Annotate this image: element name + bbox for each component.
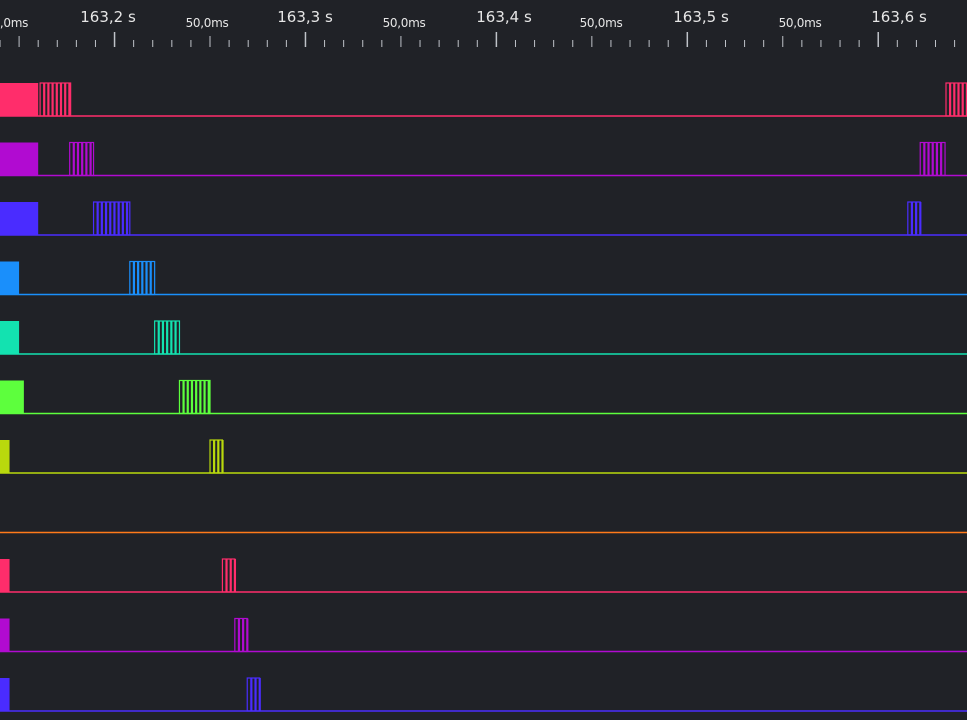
channel-3-pulse-burst <box>907 201 922 236</box>
channel-9-pulse-burst <box>221 558 237 593</box>
channel-10-pulse-burst <box>234 617 249 653</box>
channel-10-solid-block <box>0 618 10 652</box>
waveform-traces[interactable] <box>0 0 967 720</box>
channel-5-pulse-burst <box>154 320 181 355</box>
channel-1-trace[interactable] <box>0 82 967 117</box>
channel-1-solid-block <box>0 83 39 116</box>
channel-9-trace[interactable] <box>0 558 967 593</box>
channel-6-solid-block <box>0 380 24 414</box>
channel-2-pulse-burst <box>69 141 95 177</box>
channel-7-trace[interactable] <box>0 439 967 474</box>
channel-2-trace[interactable] <box>0 141 967 177</box>
channel-3-trace[interactable] <box>0 201 967 236</box>
channel-1-pulse-burst <box>945 82 967 117</box>
channel-4-trace[interactable] <box>0 260 967 296</box>
channel-5-solid-block <box>0 321 20 354</box>
channel-11-trace[interactable] <box>0 677 967 712</box>
channel-3-pulse-burst <box>92 201 131 236</box>
channel-1-pulse-burst <box>39 82 72 117</box>
channel-7-solid-block <box>0 440 10 473</box>
channel-10-trace[interactable] <box>0 617 967 653</box>
channel-3-solid-block <box>0 202 39 235</box>
channel-9-solid-block <box>0 559 10 592</box>
channel-5-trace[interactable] <box>0 320 967 355</box>
channel-4-pulse-burst <box>129 260 156 296</box>
channel-11-solid-block <box>0 678 10 711</box>
channel-7-pulse-burst <box>209 439 224 474</box>
channel-2-pulse-burst <box>919 141 946 177</box>
channel-6-pulse-burst <box>178 379 211 415</box>
channel-11-pulse-burst <box>246 677 261 712</box>
channel-4-solid-block <box>0 261 20 295</box>
channel-6-trace[interactable] <box>0 379 967 415</box>
channel-2-solid-block <box>0 142 39 176</box>
logic-analyzer-view: ,0ms 163,2 s 50,0ms 163,3 s 50,0ms 163,4… <box>0 0 967 720</box>
